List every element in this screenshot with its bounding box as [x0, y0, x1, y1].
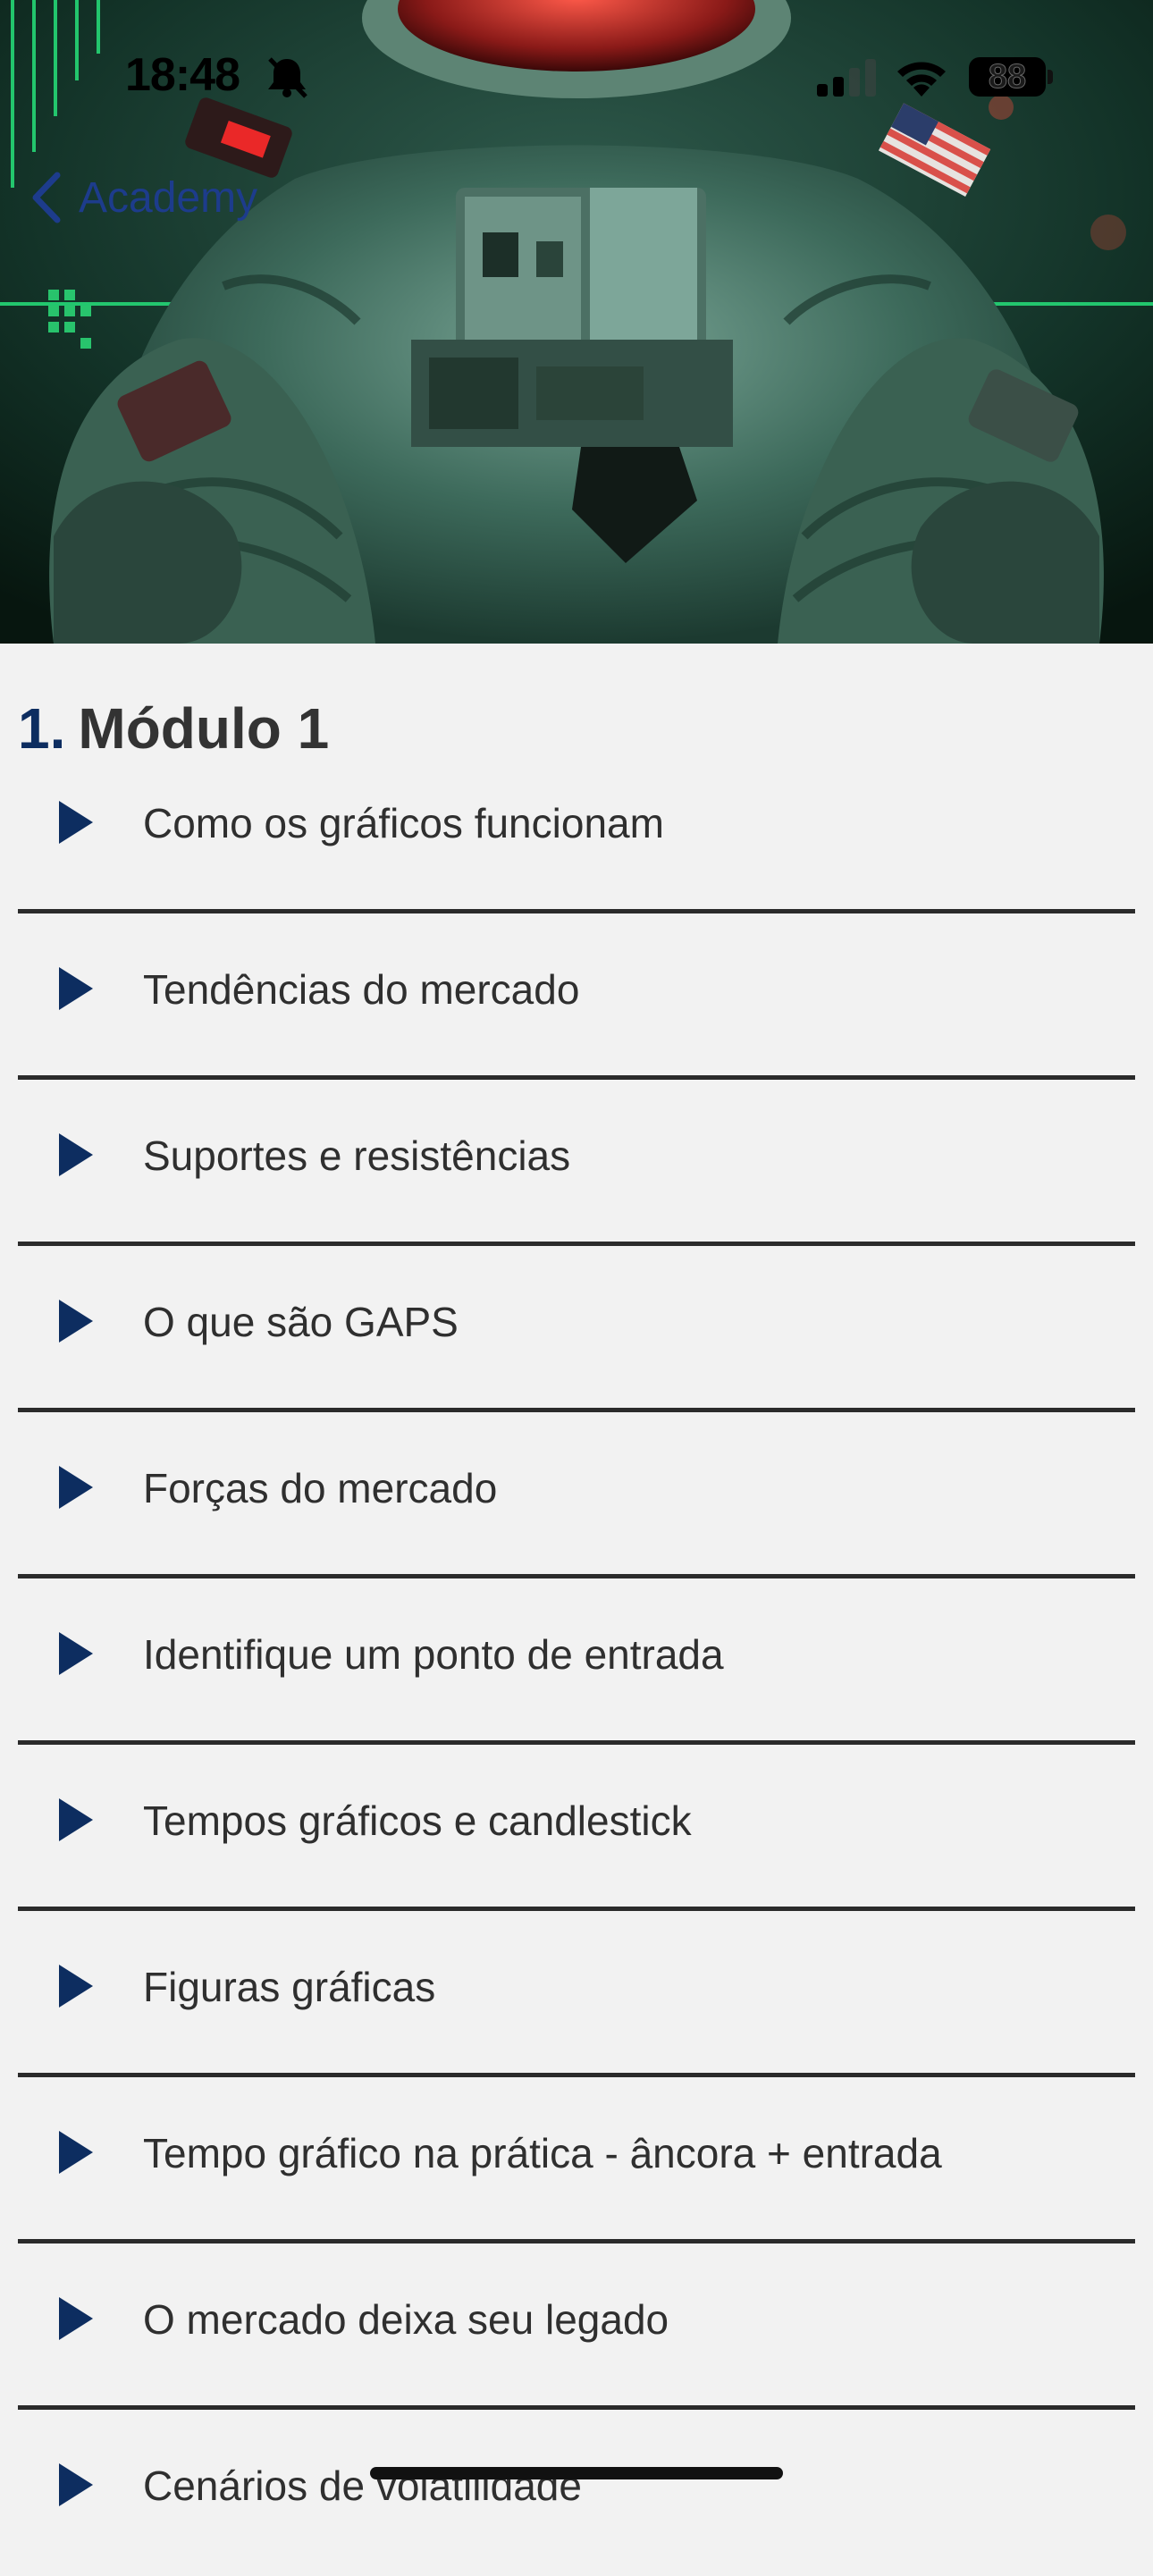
lesson-label: O que são GAPS: [143, 1299, 459, 1345]
play-triangle-icon: [59, 801, 93, 844]
lesson-label: Tempo gráfico na prática - âncora + entr…: [143, 2130, 942, 2176]
play-triangle-icon: [59, 967, 93, 1010]
lesson-label: Tendências do mercado: [143, 966, 580, 1013]
wifi-icon: [897, 62, 946, 97]
lesson-label: Figuras gráficas: [143, 1964, 436, 2010]
play-triangle-icon: [59, 1300, 93, 1343]
lesson-label: Como os gráficos funcionam: [143, 800, 664, 846]
bell-slash-icon: [268, 57, 307, 98]
home-indicator[interactable]: [370, 2467, 783, 2479]
back-button[interactable]: Academy: [30, 172, 257, 223]
lesson-label: Suportes e resistências: [143, 1132, 571, 1179]
battery-cap: [1048, 70, 1053, 84]
lesson-label: Tempos gráficos e candlestick: [143, 1797, 692, 1844]
play-triangle-icon: [59, 1466, 93, 1509]
lesson-item[interactable]: Figuras gráficas: [0, 1911, 1153, 2077]
lesson-item[interactable]: Suportes e resistências: [0, 1080, 1153, 1246]
play-triangle-icon: [59, 1965, 93, 2008]
battery-indicator: 88: [969, 57, 1046, 97]
lesson-item[interactable]: Tempos gráficos e candlestick: [0, 1745, 1153, 1911]
play-triangle-icon: [59, 2297, 93, 2340]
status-bar: 18:48 88: [0, 0, 1153, 152]
cellular-signal-icon: [817, 59, 876, 97]
back-label: Academy: [79, 173, 258, 222]
lesson-label: Forças do mercado: [143, 1465, 498, 1511]
play-triangle-icon: [59, 1133, 93, 1176]
status-time: 18:48: [125, 49, 240, 101]
chevron-left-icon: [32, 172, 61, 223]
lesson-list: Como os gráficos funcionam Tendências do…: [0, 747, 1153, 2576]
lesson-label: Identifique um ponto de entrada: [143, 1631, 724, 1678]
play-triangle-icon: [59, 1798, 93, 1841]
lesson-item[interactable]: Como os gráficos funcionam: [0, 747, 1153, 913]
lesson-item[interactable]: Tendências do mercado: [0, 913, 1153, 1080]
lesson-label: O mercado deixa seu legado: [143, 2296, 669, 2343]
play-triangle-icon: [59, 1632, 93, 1675]
lesson-item[interactable]: Cenários de volatilidade: [0, 2410, 1153, 2576]
play-triangle-icon: [59, 2131, 93, 2174]
lesson-item[interactable]: O mercado deixa seu legado: [0, 2243, 1153, 2410]
play-triangle-icon: [59, 2463, 93, 2506]
lesson-item[interactable]: O que são GAPS: [0, 1246, 1153, 1412]
lesson-item[interactable]: Tempo gráfico na prática - âncora + entr…: [0, 2077, 1153, 2243]
lesson-item[interactable]: Forças do mercado: [0, 1412, 1153, 1578]
battery-level: 88: [988, 57, 1027, 96]
lesson-item[interactable]: Identifique um ponto de entrada: [0, 1578, 1153, 1745]
